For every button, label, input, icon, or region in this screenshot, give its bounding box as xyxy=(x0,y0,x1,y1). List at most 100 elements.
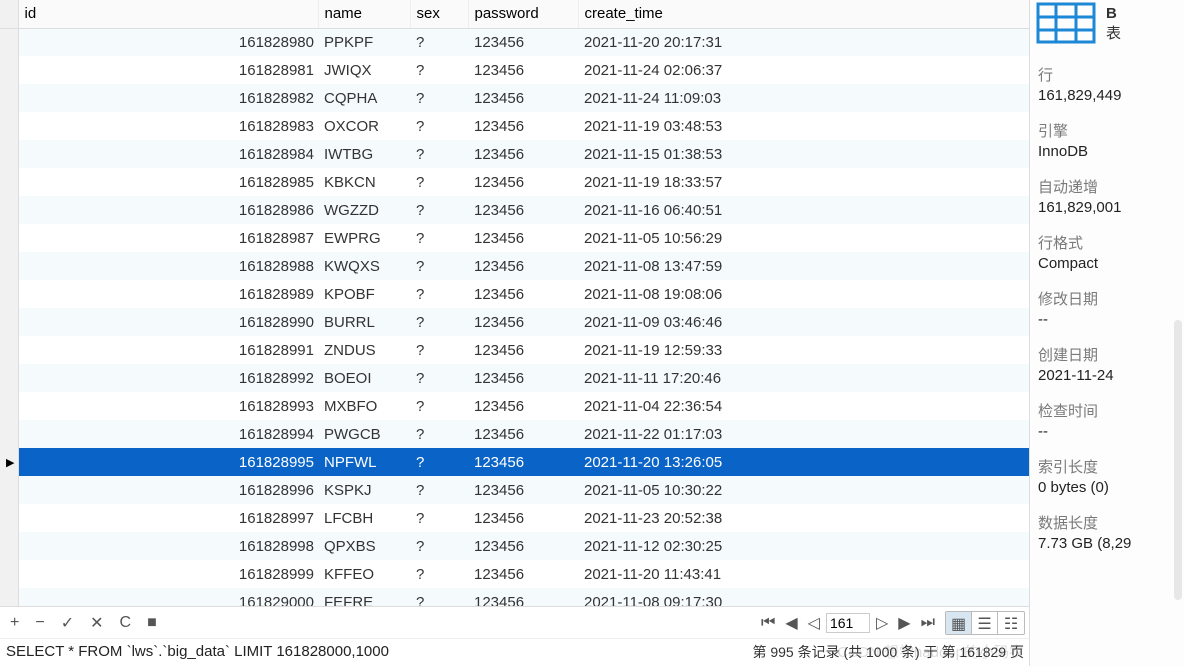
cell-ct[interactable]: 2021-11-24 02:06:37 xyxy=(578,56,1029,84)
cell-id[interactable]: 161828988 xyxy=(18,252,318,280)
table-row[interactable]: 161828986WGZZD?1234562021-11-16 06:40:51 xyxy=(0,196,1029,224)
table-row[interactable]: 161828991ZNDUS?1234562021-11-19 12:59:33 xyxy=(0,336,1029,364)
cell-sex[interactable]: ? xyxy=(410,196,468,224)
cell-name[interactable]: WGZZD xyxy=(318,196,410,224)
table-row[interactable]: 161828989KPOBF?1234562021-11-08 19:08:06 xyxy=(0,280,1029,308)
cell-name[interactable]: OXCOR xyxy=(318,112,410,140)
cell-ct[interactable]: 2021-11-24 11:09:03 xyxy=(578,84,1029,112)
form-view-button[interactable]: ☰ xyxy=(972,612,998,634)
cell-password[interactable]: 123456 xyxy=(468,504,578,532)
cell-sex[interactable]: ? xyxy=(410,28,468,56)
cell-sex[interactable]: ? xyxy=(410,224,468,252)
table-row[interactable]: 161828980PPKPF?1234562021-11-20 20:17:31 xyxy=(0,28,1029,56)
table-row[interactable]: 161828981JWIQX?1234562021-11-24 02:06:37 xyxy=(0,56,1029,84)
nav-record-input[interactable] xyxy=(826,613,870,633)
cell-password[interactable]: 123456 xyxy=(468,588,578,606)
cell-password[interactable]: 123456 xyxy=(468,448,578,476)
cell-password[interactable]: 123456 xyxy=(468,28,578,56)
cell-sex[interactable]: ? xyxy=(410,588,468,606)
cell-id[interactable]: 161828984 xyxy=(18,140,318,168)
cell-password[interactable]: 123456 xyxy=(468,308,578,336)
table-row[interactable]: 161828985KBKCN?1234562021-11-19 18:33:57 xyxy=(0,168,1029,196)
cell-password[interactable]: 123456 xyxy=(468,84,578,112)
cell-sex[interactable]: ? xyxy=(410,476,468,504)
cell-sex[interactable]: ? xyxy=(410,364,468,392)
cell-name[interactable]: PPKPF xyxy=(318,28,410,56)
tree-view-button[interactable]: ☷ xyxy=(998,612,1024,634)
cell-id[interactable]: 161828983 xyxy=(18,112,318,140)
cancel-button[interactable]: ✕ xyxy=(86,611,107,635)
nav-prev-page-button[interactable]: ◀ xyxy=(781,611,801,635)
table-row[interactable]: 161828988KWQXS?1234562021-11-08 13:47:59 xyxy=(0,252,1029,280)
table-row[interactable]: 161828993MXBFO?1234562021-11-04 22:36:54 xyxy=(0,392,1029,420)
cell-sex[interactable]: ? xyxy=(410,140,468,168)
cell-name[interactable]: QPXBS xyxy=(318,532,410,560)
cell-ct[interactable]: 2021-11-19 18:33:57 xyxy=(578,168,1029,196)
cell-ct[interactable]: 2021-11-16 06:40:51 xyxy=(578,196,1029,224)
cell-name[interactable]: KBKCN xyxy=(318,168,410,196)
cell-id[interactable]: 161828998 xyxy=(18,532,318,560)
cell-password[interactable]: 123456 xyxy=(468,140,578,168)
cell-name[interactable]: KSPKJ xyxy=(318,476,410,504)
cell-sex[interactable]: ? xyxy=(410,504,468,532)
table-row[interactable]: 161828984IWTBG?1234562021-11-15 01:38:53 xyxy=(0,140,1029,168)
refresh-button[interactable]: C xyxy=(116,611,136,635)
remove-row-button[interactable]: − xyxy=(31,611,48,635)
cell-name[interactable]: BURRL xyxy=(318,308,410,336)
table-row[interactable]: 161828997LFCBH?1234562021-11-23 20:52:38 xyxy=(0,504,1029,532)
table-row[interactable]: 161828982CQPHA?1234562021-11-24 11:09:03 xyxy=(0,84,1029,112)
cell-id[interactable]: 161828980 xyxy=(18,28,318,56)
cell-sex[interactable]: ? xyxy=(410,392,468,420)
cell-password[interactable]: 123456 xyxy=(468,336,578,364)
col-sex[interactable]: sex xyxy=(410,0,468,28)
cell-ct[interactable]: 2021-11-12 02:30:25 xyxy=(578,532,1029,560)
cell-ct[interactable]: 2021-11-19 12:59:33 xyxy=(578,336,1029,364)
cell-password[interactable]: 123456 xyxy=(468,252,578,280)
cell-ct[interactable]: 2021-11-19 03:48:53 xyxy=(578,112,1029,140)
cell-id[interactable]: 161828990 xyxy=(18,308,318,336)
cell-name[interactable]: CQPHA xyxy=(318,84,410,112)
cell-ct[interactable]: 2021-11-09 03:46:46 xyxy=(578,308,1029,336)
cell-name[interactable]: ZNDUS xyxy=(318,336,410,364)
table-row[interactable]: 161828983OXCOR?1234562021-11-19 03:48:53 xyxy=(0,112,1029,140)
cell-name[interactable]: PWGCB xyxy=(318,420,410,448)
cell-sex[interactable]: ? xyxy=(410,336,468,364)
cell-name[interactable]: KFFEO xyxy=(318,560,410,588)
col-id[interactable]: id xyxy=(18,0,318,28)
cell-id[interactable]: 161828994 xyxy=(18,420,318,448)
nav-prev-button[interactable]: ◁ xyxy=(804,611,824,635)
cell-id[interactable]: 161828986 xyxy=(18,196,318,224)
add-row-button[interactable]: + xyxy=(6,611,23,635)
table-row[interactable]: 161828996KSPKJ?1234562021-11-05 10:30:22 xyxy=(0,476,1029,504)
cell-id[interactable]: 161828985 xyxy=(18,168,318,196)
col-name[interactable]: name xyxy=(318,0,410,28)
cell-password[interactable]: 123456 xyxy=(468,532,578,560)
cell-id[interactable]: 161829000 xyxy=(18,588,318,606)
cell-name[interactable]: IWTBG xyxy=(318,140,410,168)
table-row[interactable]: 161828987EWPRG?1234562021-11-05 10:56:29 xyxy=(0,224,1029,252)
cell-password[interactable]: 123456 xyxy=(468,112,578,140)
data-grid[interactable]: id name sex password create_time 1618289… xyxy=(0,0,1029,606)
cell-ct[interactable]: 2021-11-23 20:52:38 xyxy=(578,504,1029,532)
cell-id[interactable]: 161828987 xyxy=(18,224,318,252)
cell-sex[interactable]: ? xyxy=(410,84,468,112)
cell-ct[interactable]: 2021-11-20 20:17:31 xyxy=(578,28,1029,56)
cell-sex[interactable]: ? xyxy=(410,168,468,196)
cell-password[interactable]: 123456 xyxy=(468,224,578,252)
cell-password[interactable]: 123456 xyxy=(468,392,578,420)
cell-id[interactable]: 161828995 xyxy=(18,448,318,476)
table-row[interactable]: 161829000FEFRE?1234562021-11-08 09:17:30 xyxy=(0,588,1029,606)
cell-password[interactable]: 123456 xyxy=(468,560,578,588)
cell-ct[interactable]: 2021-11-04 22:36:54 xyxy=(578,392,1029,420)
table-row[interactable]: ▶161828995NPFWL?1234562021-11-20 13:26:0… xyxy=(0,448,1029,476)
cell-name[interactable]: LFCBH xyxy=(318,504,410,532)
apply-button[interactable]: ✓ xyxy=(57,611,78,635)
cell-ct[interactable]: 2021-11-20 11:43:41 xyxy=(578,560,1029,588)
cell-id[interactable]: 161828991 xyxy=(18,336,318,364)
cell-sex[interactable]: ? xyxy=(410,560,468,588)
nav-next-button[interactable]: ▷ xyxy=(872,611,892,635)
cell-id[interactable]: 161828997 xyxy=(18,504,318,532)
cell-ct[interactable]: 2021-11-11 17:20:46 xyxy=(578,364,1029,392)
cell-password[interactable]: 123456 xyxy=(468,280,578,308)
table-row[interactable]: 161828990BURRL?1234562021-11-09 03:46:46 xyxy=(0,308,1029,336)
